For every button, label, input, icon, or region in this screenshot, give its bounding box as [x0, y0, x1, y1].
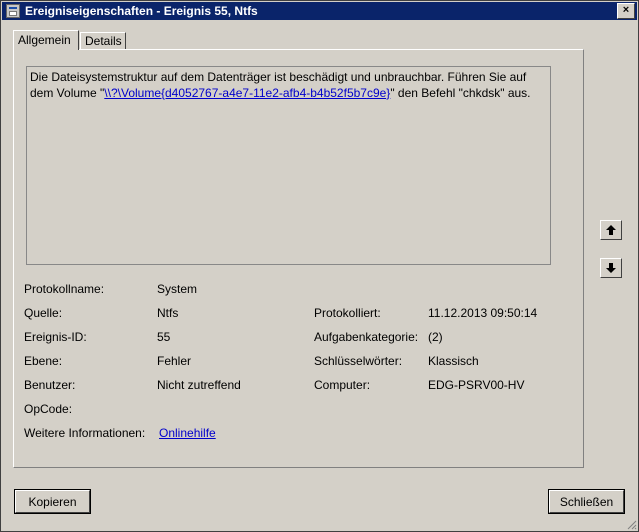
description-text-part2: " den Befehl "chkdsk" aus. — [390, 86, 531, 100]
logname-value: System — [157, 282, 198, 296]
level-label: Ebene: — [24, 354, 63, 368]
eventid-value: 55 — [157, 330, 171, 344]
level-value: Fehler — [157, 354, 192, 368]
user-label: Benutzer: — [24, 378, 76, 392]
previous-event-button[interactable] — [600, 220, 622, 240]
logged-value: 11.12.2013 09:50:14 — [428, 306, 538, 320]
event-viewer-icon — [6, 4, 20, 18]
source-value: Ntfs — [157, 306, 179, 320]
resize-grip-icon[interactable] — [625, 518, 637, 530]
logname-label: Protokollname: — [24, 282, 105, 296]
eventid-label: Ereignis-ID: — [24, 330, 87, 344]
keywords-label: Schlüsselwörter: — [314, 354, 403, 368]
title-bar[interactable]: Ereigniseigenschaften - Ereignis 55, Ntf… — [2, 2, 637, 20]
moreinfo-label: Weitere Informationen: — [24, 426, 146, 440]
category-value: (2) — [428, 330, 443, 344]
copy-button[interactable]: Kopieren — [14, 489, 91, 514]
tab-general[interactable]: Allgemein — [13, 30, 79, 50]
arrow-down-icon — [606, 263, 616, 273]
arrow-up-icon — [606, 225, 616, 235]
keywords-value: Klassisch — [428, 354, 479, 368]
window-close-button[interactable]: × — [617, 3, 635, 19]
close-button[interactable]: Schließen — [548, 489, 625, 514]
user-value: Nicht zutreffend — [157, 378, 241, 392]
computer-label: Computer: — [314, 378, 371, 392]
opcode-label: OpCode: — [24, 402, 73, 416]
next-event-button[interactable] — [600, 258, 622, 278]
event-description: Die Dateisystemstruktur auf dem Datenträ… — [26, 66, 551, 265]
logged-label: Protokolliert: — [314, 306, 381, 320]
online-help-link[interactable]: Onlinehilfe — [159, 426, 216, 440]
source-label: Quelle: — [24, 306, 63, 320]
volume-link[interactable]: \\?\Volume{d4052767-a4e7-11e2-afb4-b4b52… — [104, 86, 390, 100]
computer-value: EDG-PSRV00-HV — [428, 378, 525, 392]
tab-details[interactable]: Details — [80, 32, 126, 49]
window-title: Ereigniseigenschaften - Ereignis 55, Ntf… — [25, 4, 258, 18]
category-label: Aufgabenkategorie: — [314, 330, 419, 344]
